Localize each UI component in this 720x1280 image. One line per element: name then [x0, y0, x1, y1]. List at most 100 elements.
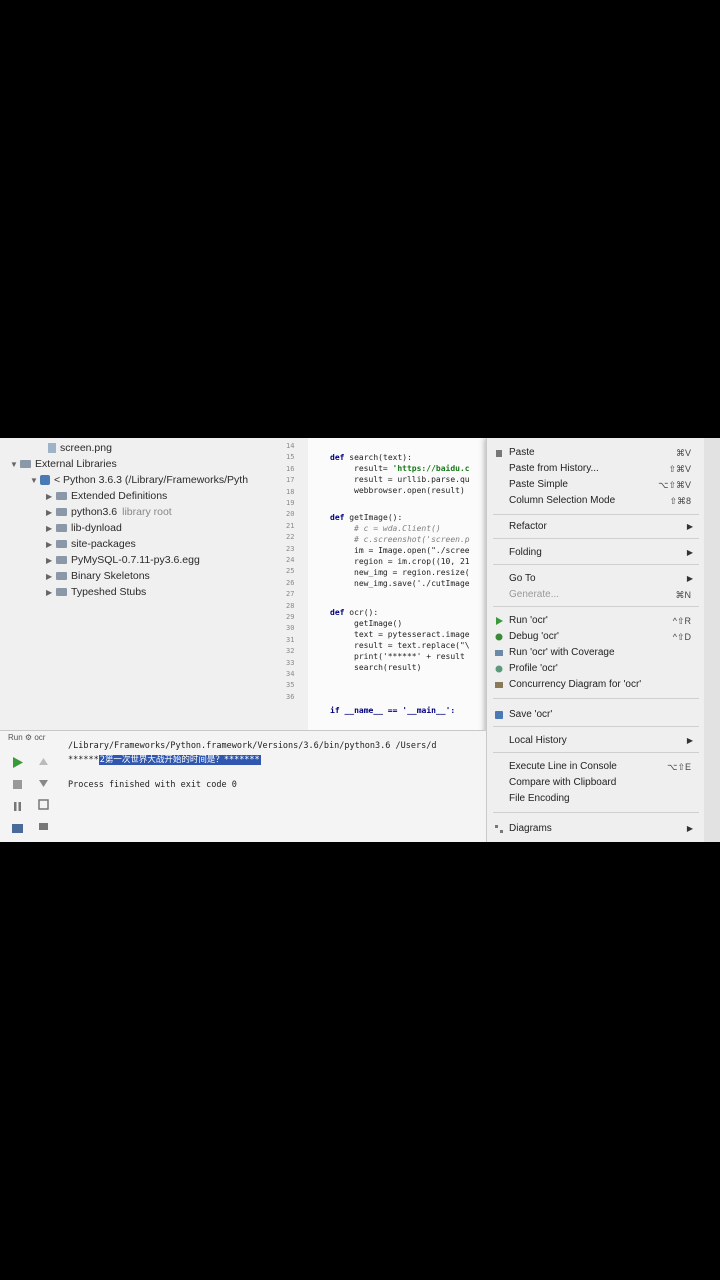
debug-bug-icon: [495, 633, 503, 641]
code-line-18: webbrowser.open(result): [354, 486, 465, 495]
menu-item-save-ocr[interactable]: Save 'ocr': [487, 708, 705, 722]
line-number: 36: [286, 692, 295, 701]
code-line-20: def getImage():: [330, 513, 403, 522]
folder-icon: [56, 540, 67, 549]
print-icon[interactable]: [38, 821, 49, 832]
folder-icon: [56, 588, 67, 597]
line-number: 32: [286, 647, 295, 656]
collapse-arrow-icon[interactable]: ▶: [46, 553, 56, 568]
line-number: 14: [286, 442, 295, 450]
clipboard-icon: [496, 450, 502, 457]
menu-item-debug-ocr[interactable]: Debug 'ocr' ^⇧D: [487, 630, 705, 644]
menu-item-folding[interactable]: Folding ▶: [487, 546, 705, 560]
menu-separator: [493, 538, 699, 539]
code-line-24: region = im.crop((10, 21: [354, 557, 470, 566]
line-number: 33: [286, 658, 295, 667]
run-tool-window: Run ⚙ ocr /Library/Frameworks/Python.fra…: [0, 730, 486, 842]
tree-item-typeshed-stubs[interactable]: ▶ Typeshed Stubs: [46, 585, 146, 600]
menu-item-run-with-coverage[interactable]: Run 'ocr' with Coverage: [487, 646, 705, 660]
rerun-play-icon[interactable]: [12, 757, 23, 768]
collapse-arrow-icon[interactable]: ▶: [46, 505, 56, 520]
line-number: 16: [286, 464, 295, 473]
pause-icon[interactable]: [12, 801, 23, 812]
coverage-icon: [495, 650, 503, 656]
menu-item-generate[interactable]: Generate... ⌘N: [487, 588, 705, 602]
submenu-arrow-icon: ▶: [686, 548, 693, 557]
tree-item-python-sdk[interactable]: ▼ < Python 3.6.3 (/Library/Frameworks/Pyt…: [30, 473, 248, 488]
menu-item-paste-from-history[interactable]: Paste from History... ⇧⌘V: [487, 462, 705, 476]
image-file-icon: [48, 443, 56, 454]
code-line-33: search(result): [354, 663, 422, 672]
menu-item-paste-simple[interactable]: Paste Simple ⌥⇧⌘V: [487, 478, 705, 492]
python-icon: [40, 475, 50, 486]
collapse-arrow-icon[interactable]: ▶: [46, 521, 56, 536]
console-command-line: /Library/Frameworks/Python.framework/Ver…: [68, 741, 437, 751]
menu-item-local-history[interactable]: Local History ▶: [487, 734, 705, 748]
tree-item-pymysql[interactable]: ▶ PyMySQL-0.7.11-py3.6.egg: [46, 553, 200, 568]
menu-item-run-ocr[interactable]: Run 'ocr' ^⇧R: [487, 614, 705, 628]
code-line-36: if __name__ == '__main__':: [330, 706, 456, 715]
code-line-31: result = text.replace("\: [354, 641, 470, 650]
scroll-up-icon[interactable]: [38, 757, 49, 768]
layout-icon[interactable]: [12, 823, 23, 834]
line-number: 17: [286, 476, 295, 485]
menu-item-concurrency-diagram[interactable]: Concurrency Diagram for 'ocr': [487, 678, 705, 692]
library-icon: [20, 460, 31, 469]
menu-item-file-encoding[interactable]: File Encoding: [487, 792, 705, 806]
line-number: 28: [286, 601, 295, 610]
submenu-arrow-icon: ▶: [686, 574, 693, 583]
expand-arrow-icon[interactable]: ▼: [30, 473, 40, 488]
ide-window: screen.png ▼ External Libraries ▼ < Python…: [0, 438, 720, 842]
scroll-down-icon[interactable]: [38, 777, 49, 788]
code-line-15: def search(text):: [330, 453, 412, 462]
editor-context-menu: Paste ⌘V Paste from History... ⇧⌘V Paste S…: [486, 438, 705, 842]
menu-item-compare-with-clipboard[interactable]: Compare with Clipboard: [487, 776, 705, 790]
code-line-29: getImage(): [354, 619, 403, 628]
menu-item-diagrams[interactable]: Diagrams ▶: [487, 822, 705, 836]
line-number: 35: [286, 681, 295, 690]
folder-icon: [56, 556, 67, 565]
line-number: 29: [286, 613, 295, 621]
expand-arrow-icon[interactable]: ▼: [10, 457, 20, 472]
right-edge-panel: [704, 438, 720, 842]
profile-icon: [495, 665, 503, 673]
menu-item-execute-line-in-console[interactable]: Execute Line in Console ⌥⇧E: [487, 760, 705, 774]
line-number: 18: [286, 487, 295, 496]
stop-icon[interactable]: [12, 779, 23, 790]
menu-item-column-selection-mode[interactable]: Column Selection Mode ⇧⌘8: [487, 494, 705, 508]
concurrency-icon: [495, 682, 503, 688]
menu-separator: [493, 564, 699, 565]
tree-item-python36[interactable]: ▶ python3.6 library root: [46, 505, 172, 520]
menu-separator: [493, 752, 699, 753]
tree-item-lib-dynload[interactable]: ▶ lib-dynload: [46, 521, 122, 536]
collapse-arrow-icon[interactable]: ▶: [46, 569, 56, 584]
code-line-30: text = pytesseract.image: [354, 630, 470, 639]
soft-wrap-icon[interactable]: [38, 799, 49, 810]
tree-item-site-packages[interactable]: ▶ site-packages: [46, 537, 136, 552]
tree-item-extended-definitions[interactable]: ▶ Extended Definitions: [46, 489, 167, 504]
menu-item-go-to[interactable]: Go To ▶: [487, 572, 705, 586]
folder-icon: [56, 524, 67, 533]
menu-item-paste[interactable]: Paste ⌘V: [487, 446, 705, 460]
menu-item-profile-ocr[interactable]: Profile 'ocr': [487, 662, 705, 676]
console-output-line: ******2第一次世界大战开始的时间是？*******: [68, 755, 261, 765]
tree-item-screen-png[interactable]: screen.png: [48, 441, 112, 456]
collapse-arrow-icon[interactable]: ▶: [46, 489, 56, 504]
collapse-arrow-icon[interactable]: ▶: [46, 585, 56, 600]
line-number: 15: [286, 453, 295, 462]
selected-output-text: 2第一次世界大战开始的时间是？*******: [98, 755, 261, 765]
line-number: 25: [286, 567, 295, 576]
menu-separator: [493, 606, 699, 607]
code-line-28: def ocr():: [330, 608, 379, 617]
tree-item-external-libraries[interactable]: ▼ External Libraries: [10, 457, 117, 472]
code-editor[interactable]: def search(text): result= 'https://baidu…: [308, 438, 490, 730]
line-number: 27: [286, 590, 295, 599]
tree-item-binary-skeletons[interactable]: ▶ Binary Skeletons: [46, 569, 150, 584]
line-number-gutter: 14 15 16 17 18 19 20 21 22 23 24 25 26 27 28 29 30 31 32 33…: [280, 438, 308, 730]
menu-item-refactor[interactable]: Refactor ▶: [487, 520, 705, 534]
python-file-icon: [495, 711, 503, 719]
submenu-arrow-icon: ▶: [686, 736, 693, 745]
collapse-arrow-icon[interactable]: ▶: [46, 537, 56, 552]
code-line-25: new_img = region.resize(: [354, 568, 470, 577]
menu-separator: [493, 726, 699, 727]
